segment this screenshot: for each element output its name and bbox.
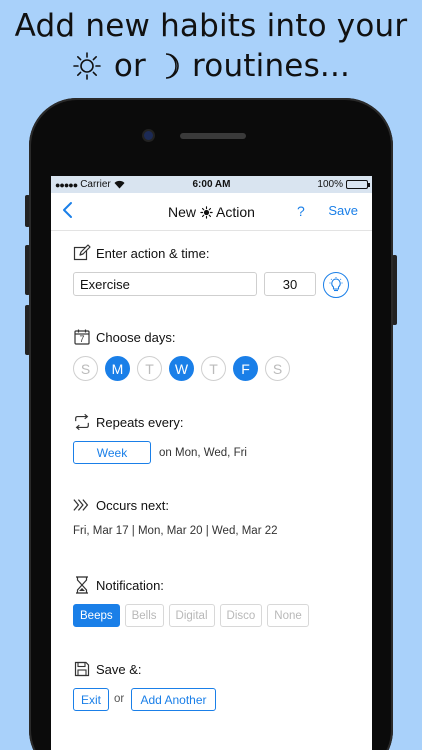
sun-icon xyxy=(72,51,102,81)
day-toggle[interactable]: S xyxy=(265,356,290,381)
moon-icon xyxy=(158,51,180,81)
action-time-input[interactable]: 30 xyxy=(264,272,316,296)
earpiece-speaker xyxy=(180,133,246,139)
marketing-headline: Add new habits into your or routines... xyxy=(0,6,422,86)
screen-title-prefix: New xyxy=(168,204,197,220)
battery-percent: 100% xyxy=(317,179,343,190)
calendar-number: 7 xyxy=(79,334,85,344)
notification-option[interactable]: Bells xyxy=(124,604,164,627)
notification-options: Beeps Bells Digital Disco None xyxy=(73,604,309,627)
navigation-bar: New Action ? Save xyxy=(51,193,372,231)
day-toggle[interactable]: F xyxy=(233,356,258,381)
battery-icon xyxy=(346,180,370,189)
notification-option[interactable]: Beeps xyxy=(73,604,120,627)
action-header-label: Enter action & time: xyxy=(96,245,210,261)
screen-title: New Action xyxy=(51,204,372,222)
front-camera xyxy=(144,131,153,140)
day-toggle[interactable]: M xyxy=(105,356,130,381)
headline-line-1: Add new habits into your xyxy=(14,8,408,44)
status-bar: ●●●●● Carrier 6:00 AM 100% xyxy=(51,176,372,193)
repeat-section-header: Repeats every: xyxy=(73,413,183,431)
hourglass-icon xyxy=(73,576,91,594)
screen-title-suffix: Action xyxy=(216,204,255,220)
repeat-summary: on Mon, Wed, Fri xyxy=(159,447,247,459)
notification-option[interactable]: Digital xyxy=(168,604,215,627)
headline-routines: routines... xyxy=(192,48,351,84)
suggestion-button[interactable] xyxy=(323,272,349,298)
occurs-header-label: Occurs next: xyxy=(96,497,169,513)
notification-option[interactable]: Disco xyxy=(219,604,263,627)
day-picker: SMTWTFS xyxy=(73,356,290,381)
day-toggle[interactable]: W xyxy=(169,356,194,381)
calendar-icon: 7 xyxy=(73,328,91,346)
days-header-label: Choose days: xyxy=(96,329,176,345)
action-section-header: Enter action & time: xyxy=(73,244,209,262)
headline-or: or xyxy=(113,48,147,84)
status-right: 100% xyxy=(317,179,370,190)
save-or-label: or xyxy=(114,693,125,705)
fast-forward-icon xyxy=(73,496,91,514)
save-button[interactable]: Save xyxy=(328,203,358,218)
save-add-another-button[interactable]: Add Another xyxy=(131,688,216,711)
day-toggle[interactable]: T xyxy=(201,356,226,381)
days-section-header: 7 Choose days: xyxy=(73,328,176,346)
notification-section-header: Notification: xyxy=(73,576,164,594)
lightbulb-icon xyxy=(329,277,343,292)
notification-option[interactable]: None xyxy=(267,604,309,627)
occurs-section-header: Occurs next: xyxy=(73,496,169,514)
notification-header-label: Notification: xyxy=(96,577,164,593)
headline-line-2: or routines... xyxy=(0,46,422,86)
app-screen: ●●●●● Carrier 6:00 AM 100% New Action ? … xyxy=(51,176,372,750)
sun-icon xyxy=(200,206,213,222)
save-header-label: Save &: xyxy=(96,661,142,677)
repeat-period-button[interactable]: Week xyxy=(73,441,151,464)
day-toggle[interactable]: T xyxy=(137,356,162,381)
day-toggle[interactable]: S xyxy=(73,356,98,381)
save-section-header: Save &: xyxy=(73,660,142,678)
repeat-header-label: Repeats every: xyxy=(96,414,184,430)
help-button[interactable]: ? xyxy=(297,203,305,219)
floppy-disk-icon xyxy=(73,660,91,678)
pencil-icon xyxy=(73,244,91,262)
next-occurrences: Fri, Mar 17 | Mon, Mar 20 | Wed, Mar 22 xyxy=(73,525,278,537)
action-name-input[interactable]: Exercise xyxy=(73,272,257,296)
repeat-icon xyxy=(73,413,91,431)
save-exit-button[interactable]: Exit xyxy=(73,688,109,711)
